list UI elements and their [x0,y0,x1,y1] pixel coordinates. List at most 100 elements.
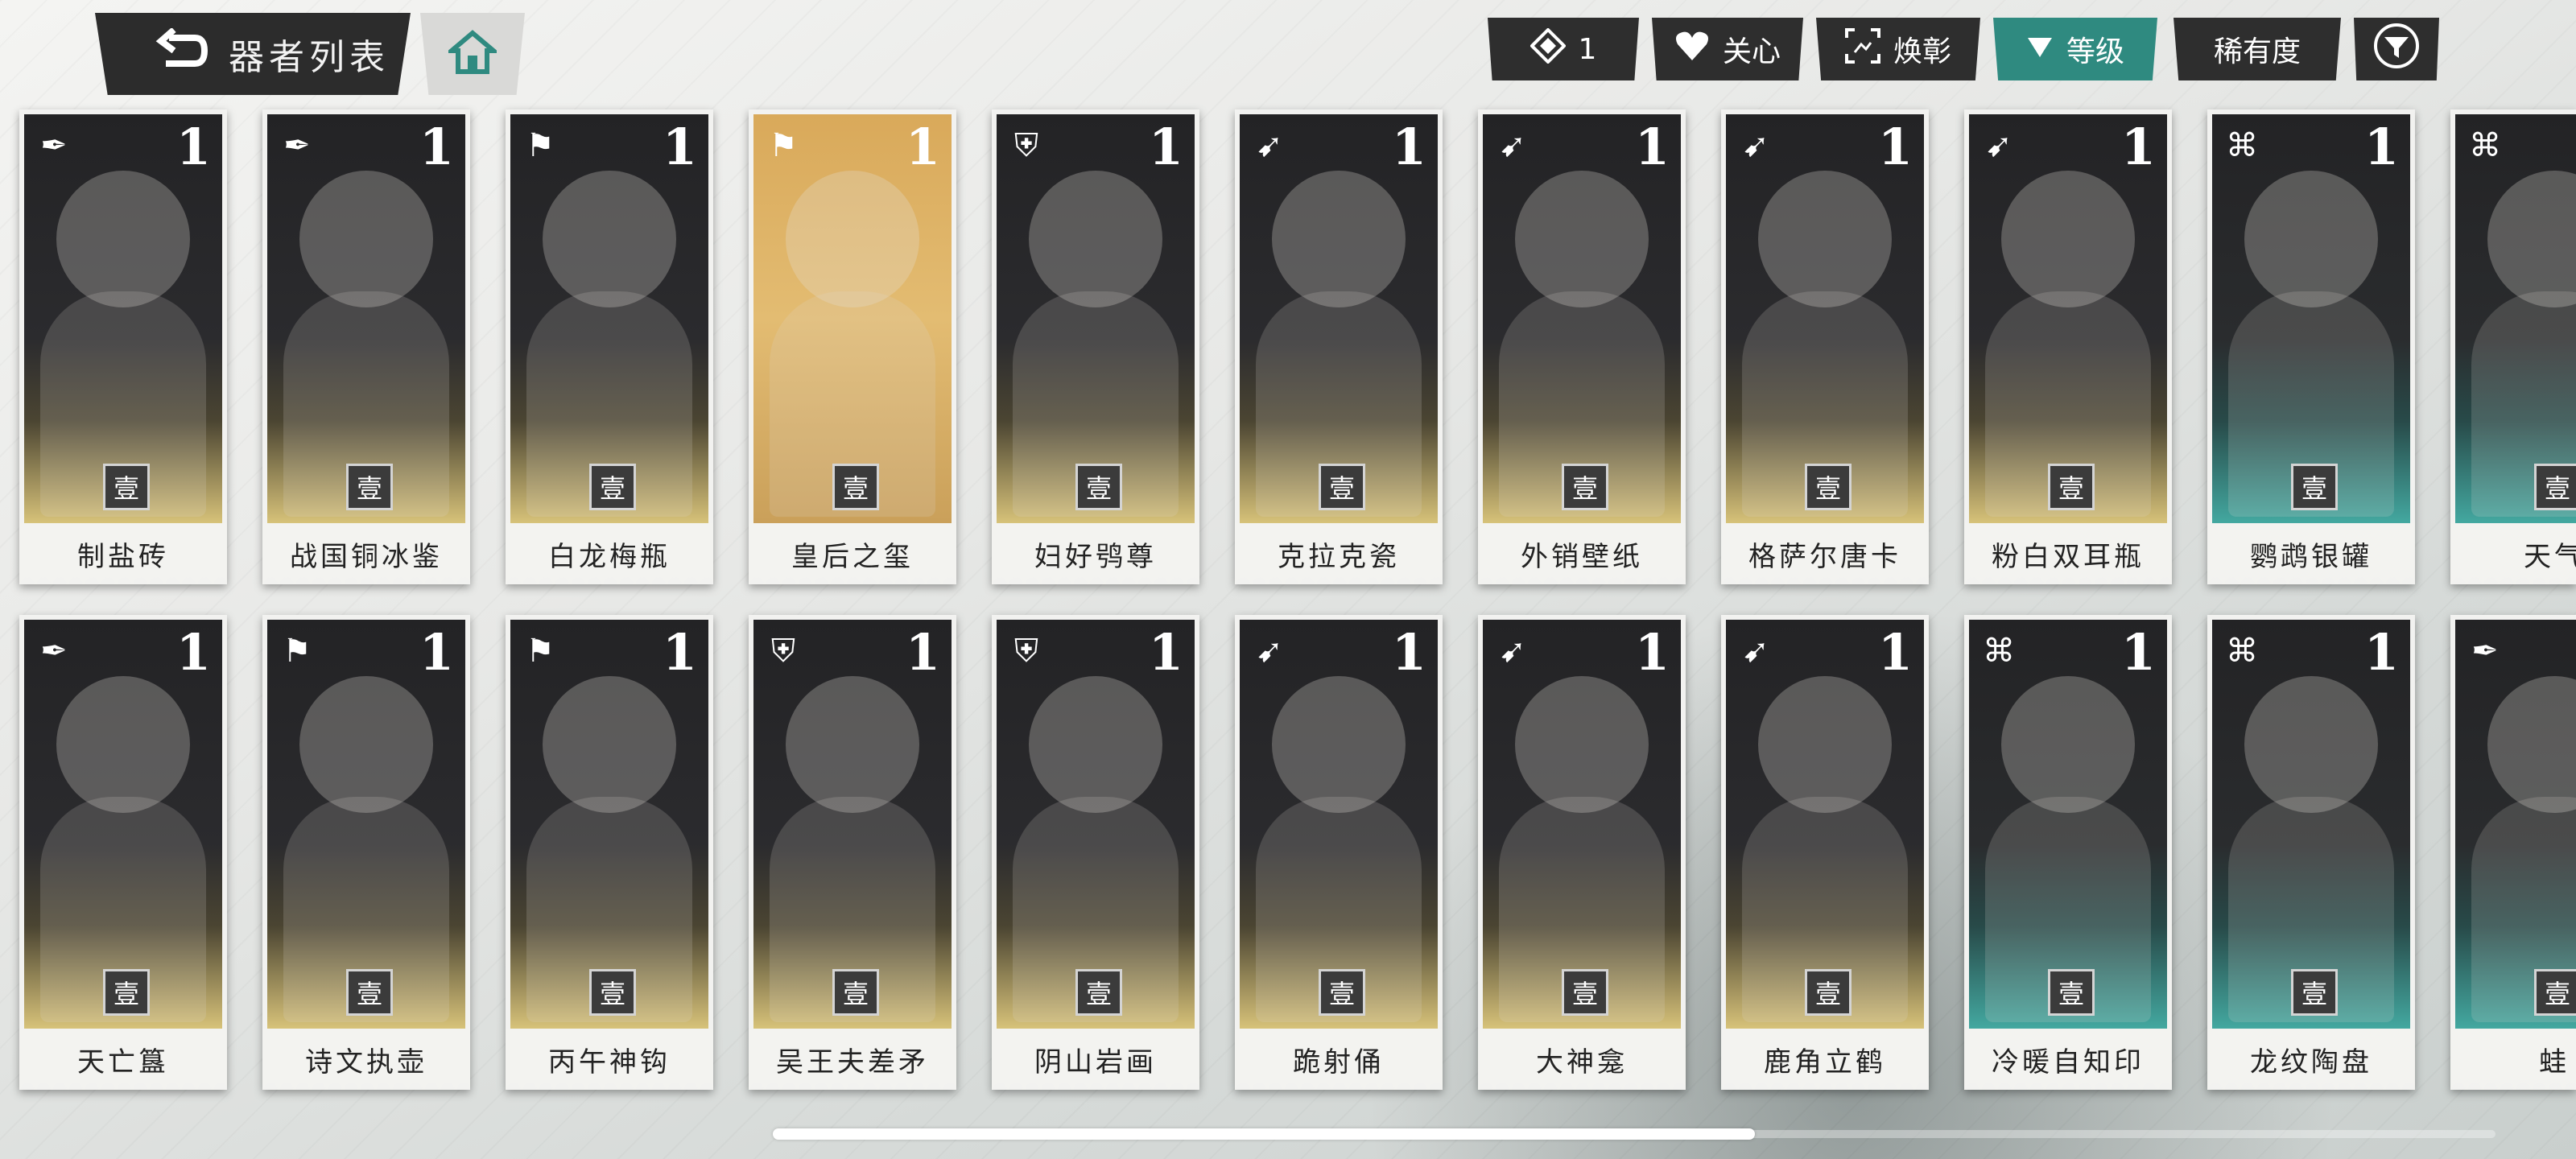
portrait-head [543,171,676,307]
card-level: 1 [2120,118,2156,176]
name-plate: 粉白双耳瓶 [1964,523,2172,584]
portrait-head [1515,171,1649,307]
back-arrow-icon [153,27,209,80]
name-plate: 外销壁纸 [1478,523,1686,584]
character-card[interactable]: ⌘ 1 壹鹦鹉银罐 [2207,109,2415,584]
card-level: 1 [2363,623,2399,682]
bow-icon: ➹ [1256,127,1283,164]
count-filter-button[interactable]: 1 [1488,18,1639,80]
character-card[interactable]: ⚑ 1 壹白龙梅瓶 [506,109,713,584]
card-name: 克拉克瓷 [1278,540,1400,573]
card-name: 跪射俑 [1293,1046,1385,1079]
character-card[interactable]: ⛨ 1 壹妇好鸮尊 [992,109,1199,584]
rank-badge: 壹 [589,969,636,1016]
card-name: 格萨尔唐卡 [1748,540,1901,573]
name-plate: 天气 [2450,523,2576,584]
rarity-label: 稀有度 [2213,35,2301,68]
rank-badge: 壹 [2291,969,2338,1016]
character-card[interactable]: ⌘1壹天气 [2450,109,2576,584]
flag-icon: ⚑ [283,633,312,670]
character-card[interactable]: ➹ 1 壹大神龛 [1478,615,1686,1090]
portrait-head [2487,171,2576,307]
character-card[interactable]: ➹ 1 壹鹿角立鹤 [1721,615,1929,1090]
card-name: 天气 [2524,540,2576,573]
character-portrait: ⛨ 1 壹 [997,620,1195,1029]
level-sort-button[interactable]: 等级 [1993,18,2157,80]
shield-icon: ⛨ [771,633,795,670]
card-level: 1 [2120,623,2156,682]
name-plate: 大神龛 [1478,1029,1686,1090]
card-level: 1 [1148,118,1183,176]
card-level: 1 [1391,118,1426,176]
bow-icon: ➹ [1742,127,1769,164]
card-name: 丙午神钩 [548,1046,671,1079]
character-portrait: ⌘ 1 壹 [1969,620,2167,1029]
card-name: 外销壁纸 [1521,540,1643,573]
card-name: 阴山岩画 [1034,1046,1157,1079]
character-card[interactable]: ⛨ 1 壹吴王夫差矛 [749,615,956,1090]
card-name: 天亡簋 [77,1046,169,1079]
card-level: 1 [2363,118,2399,176]
card-name: 蛙 [2539,1046,2570,1079]
name-plate: 诗文执壶 [262,1029,470,1090]
character-portrait: ⚑ 1 壹 [753,114,952,523]
character-card[interactable]: ➹ 1 壹外销壁纸 [1478,109,1686,584]
card-name: 白龙梅瓶 [548,540,671,573]
character-portrait: ➹ 1 壹 [1240,114,1438,523]
character-card[interactable]: ➹ 1 壹格萨尔唐卡 [1721,109,1929,584]
character-card[interactable]: ➹ 1 壹克拉克瓷 [1235,109,1443,584]
home-icon [444,30,501,78]
name-plate: 战国铜冰鉴 [262,523,470,584]
name-plate: 鹿角立鹤 [1721,1029,1929,1090]
character-card[interactable]: ✒ 1 壹战国铜冰鉴 [262,109,470,584]
frame-icon [1844,27,1880,71]
character-card[interactable]: ⛨ 1 壹阴山岩画 [992,615,1199,1090]
card-level: 1 [905,623,940,682]
shield-icon: ⛨ [1014,127,1038,164]
portrait-head [2487,676,2576,813]
character-card[interactable]: ✒ 1 壹天亡簋 [19,615,227,1090]
character-card[interactable]: ➹ 1 壹跪射俑 [1235,615,1443,1090]
card-level: 1 [175,118,211,176]
card-name: 龙纹陶盘 [2250,1046,2372,1079]
level-label: 等级 [2066,35,2124,68]
name-plate: 龙纹陶盘 [2207,1029,2415,1090]
portrait-head [786,171,919,307]
bow-icon: ➹ [1256,633,1283,670]
bow-icon: ➹ [1499,127,1526,164]
character-portrait: ⛨ 1 壹 [753,620,952,1029]
care-filter-button[interactable]: 关心 [1652,18,1803,80]
back-button[interactable]: 器者列表 [95,13,411,95]
name-plate: 格萨尔唐卡 [1721,523,1929,584]
card-name: 皇后之玺 [791,540,914,573]
portrait-head [1272,676,1406,813]
character-card[interactable]: ➹ 1 壹粉白双耳瓶 [1964,109,2172,584]
home-button[interactable] [420,13,525,95]
name-plate: 皇后之玺 [749,523,956,584]
name-plate: 制盐砖 [19,523,227,584]
filter-button[interactable] [2354,18,2439,80]
portrait-head [1029,171,1162,307]
character-card[interactable]: ⚑ 1 壹丙午神钩 [506,615,713,1090]
character-card[interactable]: ⚑ 1 壹诗文执壶 [262,615,470,1090]
character-card[interactable]: ⌘ 1 壹龙纹陶盘 [2207,615,2415,1090]
character-card[interactable]: ✒ 1 壹制盐砖 [19,109,227,584]
rarity-sort-button[interactable]: 稀有度 [2174,18,2341,80]
character-portrait: ⚑ 1 壹 [510,620,708,1029]
scrollbar-thumb[interactable] [773,1128,1755,1140]
flag-icon: ⚑ [526,633,555,670]
card-level: 1 [1877,623,1913,682]
top-bar: 器者列表 1 关心 焕彰 等级 稀有度 [0,0,2576,105]
rank-badge: 壹 [2291,464,2338,510]
portrait-head [56,171,190,307]
portrait-head [1272,171,1406,307]
character-card[interactable]: ⚑ 1 壹皇后之玺 [749,109,956,584]
character-card[interactable]: ✒1壹蛙 [2450,615,2576,1090]
card-name: 吴王夫差矛 [776,1046,929,1079]
rank-badge: 壹 [589,464,636,510]
skin-filter-button[interactable]: 焕彰 [1816,18,1980,80]
character-card[interactable]: ⌘ 1 壹冷暖自知印 [1964,615,2172,1090]
name-plate: 妇好鸮尊 [992,523,1199,584]
card-level: 1 [1391,623,1426,682]
character-portrait: ⚑ 1 壹 [510,114,708,523]
